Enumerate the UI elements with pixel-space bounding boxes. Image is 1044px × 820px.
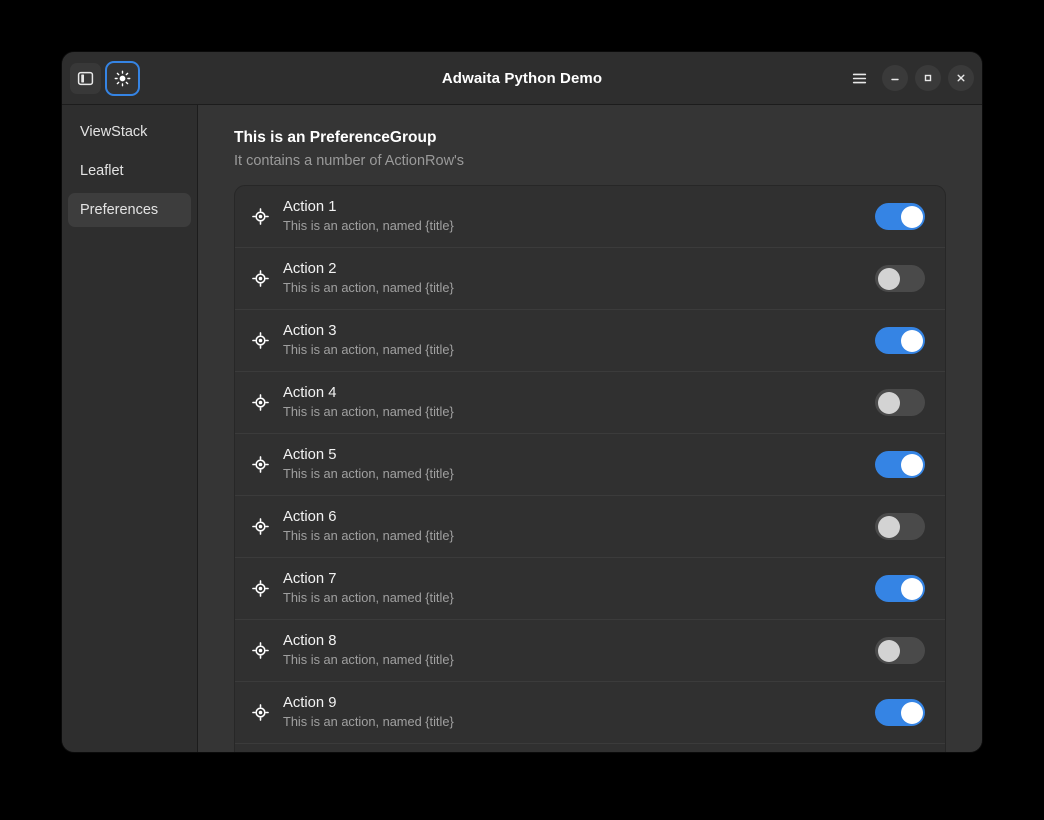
action-row[interactable]: Action 6 This is an action, named {title} xyxy=(235,496,945,558)
action-row[interactable]: Action 7 This is an action, named {title} xyxy=(235,558,945,620)
find-location-icon xyxy=(249,642,271,659)
action-row-text: Action 1 This is an action, named {title} xyxy=(283,198,875,234)
preference-group-title: This is an PreferenceGroup xyxy=(234,129,437,146)
action-row-toggle-switch[interactable] xyxy=(875,637,925,664)
action-row-text: Action 8 This is an action, named {title} xyxy=(283,632,875,668)
toggle-knob xyxy=(877,639,900,662)
action-row-subtitle: This is an action, named {title} xyxy=(283,279,454,295)
action-row-toggle-switch[interactable] xyxy=(875,451,925,478)
find-location-icon xyxy=(249,518,271,535)
action-row-text: Action 3 This is an action, named {title} xyxy=(283,322,875,358)
action-row-subtitle: This is an action, named {title} xyxy=(283,713,454,729)
action-row-text: Action 7 This is an action, named {title} xyxy=(283,570,875,606)
action-row-list: Action 1 This is an action, named {title}… xyxy=(234,185,946,752)
action-row-text: Action 5 This is an action, named {title} xyxy=(283,446,875,482)
action-row-subtitle: This is an action, named {title} xyxy=(283,589,454,605)
action-row-subtitle: This is an action, named {title} xyxy=(283,403,454,419)
minimize-icon xyxy=(891,78,899,81)
find-location-icon xyxy=(249,332,271,349)
action-row[interactable]: Action 3 This is an action, named {title} xyxy=(235,310,945,372)
action-row[interactable]: Action 9 This is an action, named {title} xyxy=(235,682,945,744)
content-area: This is an PreferenceGroup It contains a… xyxy=(198,105,982,752)
toggle-knob xyxy=(900,205,923,228)
toggle-knob xyxy=(900,701,923,724)
find-location-icon xyxy=(249,456,271,473)
maximize-icon xyxy=(924,74,932,82)
action-row-text: Action 9 This is an action, named {title} xyxy=(283,694,875,730)
sidebar-item-leaflet[interactable]: Leaflet xyxy=(68,154,191,188)
action-row[interactable]: Action 2 This is an action, named {title} xyxy=(235,248,945,310)
toggle-knob xyxy=(900,453,923,476)
action-row-title: Action 9 xyxy=(283,695,337,712)
minimize-button[interactable] xyxy=(882,65,908,91)
sidebar: ViewStack Leaflet Preferences xyxy=(62,105,198,752)
toggle-knob xyxy=(877,515,900,538)
action-row-toggle-switch[interactable] xyxy=(875,513,925,540)
action-row-title: Action 3 xyxy=(283,323,337,340)
find-location-icon xyxy=(249,270,271,287)
toggle-knob xyxy=(877,267,900,290)
action-row-title: Action 8 xyxy=(283,633,337,650)
find-location-icon xyxy=(249,394,271,411)
action-row-subtitle: This is an action, named {title} xyxy=(283,651,454,667)
sidebar-item-preferences[interactable]: Preferences xyxy=(68,193,191,227)
sidebar-item-label: Preferences xyxy=(80,202,159,218)
action-row-toggle-switch[interactable] xyxy=(875,575,925,602)
action-row-text: Action 4 This is an action, named {title} xyxy=(283,384,875,420)
action-row-title: Action 7 xyxy=(283,571,337,588)
action-row-toggle-switch[interactable] xyxy=(875,327,925,354)
action-row-subtitle: This is an action, named {title} xyxy=(283,527,454,543)
toggle-knob xyxy=(900,577,923,600)
sidebar-toggle-button[interactable] xyxy=(70,62,101,94)
action-row-subtitle: This is an action, named {title} xyxy=(283,465,454,481)
close-icon xyxy=(957,74,965,82)
find-location-icon xyxy=(249,580,271,597)
action-row-title: Action 1 xyxy=(283,199,337,216)
toggle-knob xyxy=(900,329,923,352)
sidebar-item-label: Leaflet xyxy=(80,163,124,179)
action-row-subtitle: This is an action, named {title} xyxy=(283,341,454,357)
action-row-text: Action 2 This is an action, named {title} xyxy=(283,260,875,296)
application-window: Adwaita Python Demo ViewStack Leaflet Pr… xyxy=(62,52,982,752)
action-row-title: Action 2 xyxy=(283,261,337,278)
sun-brightness-icon xyxy=(114,70,131,86)
action-row[interactable]: Action 10This is an action, named {title… xyxy=(235,744,945,752)
main-menu-button[interactable] xyxy=(844,63,875,94)
action-row-toggle-switch[interactable] xyxy=(875,389,925,416)
action-row[interactable]: Action 8 This is an action, named {title} xyxy=(235,620,945,682)
find-location-icon xyxy=(249,208,271,225)
maximize-button[interactable] xyxy=(915,65,941,91)
hamburger-menu-icon xyxy=(852,73,867,83)
header-bar: Adwaita Python Demo xyxy=(62,52,982,105)
window-body: ViewStack Leaflet Preferences This is an… xyxy=(62,105,982,752)
action-row-toggle-switch[interactable] xyxy=(875,699,925,726)
theme-toggle-button[interactable] xyxy=(107,62,138,94)
close-button[interactable] xyxy=(948,65,974,91)
find-location-icon xyxy=(249,704,271,721)
sidebar-item-label: ViewStack xyxy=(80,124,148,140)
action-row-subtitle: This is an action, named {title} xyxy=(283,217,454,233)
header-right-controls xyxy=(844,63,974,94)
toggle-knob xyxy=(877,391,900,414)
action-row[interactable]: Action 5 This is an action, named {title} xyxy=(235,434,945,496)
action-row[interactable]: Action 4 This is an action, named {title} xyxy=(235,372,945,434)
action-row-text: Action 6 This is an action, named {title} xyxy=(283,508,875,544)
action-row-toggle-switch[interactable] xyxy=(875,265,925,292)
action-row-title: Action 6 xyxy=(283,509,337,526)
action-row[interactable]: Action 1 This is an action, named {title} xyxy=(235,186,945,248)
preference-group-subtitle: It contains a number of ActionRow's xyxy=(234,153,465,169)
sidebar-item-viewstack[interactable]: ViewStack xyxy=(68,115,191,149)
header-left-controls xyxy=(70,62,138,94)
sidebar-show-icon xyxy=(77,71,94,85)
action-row-title: Action 4 xyxy=(283,385,337,402)
action-row-toggle-switch[interactable] xyxy=(875,203,925,230)
action-row-title: Action 5 xyxy=(283,447,337,464)
